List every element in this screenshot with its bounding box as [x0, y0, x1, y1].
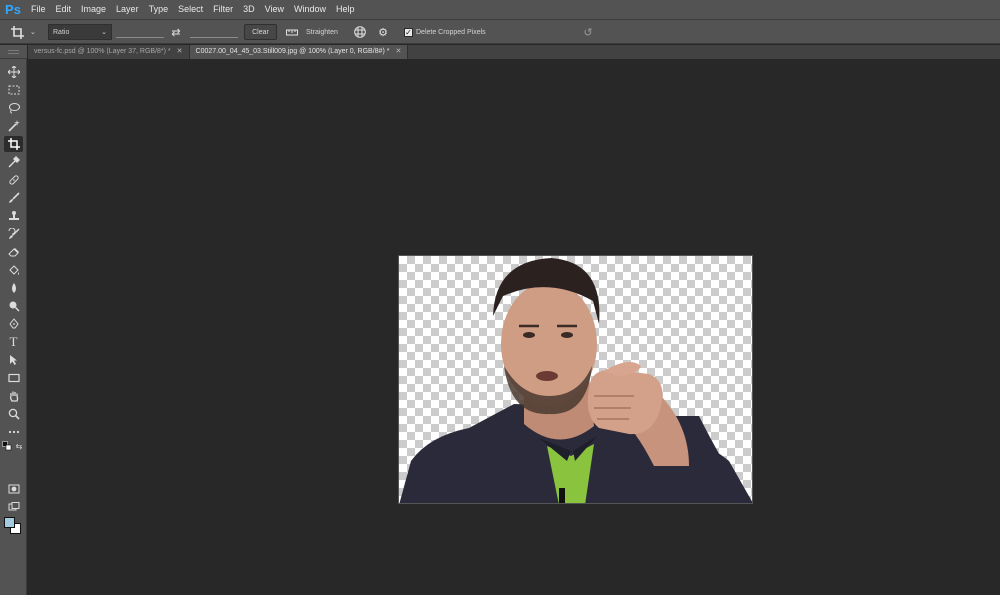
- menu-select[interactable]: Select: [173, 0, 208, 19]
- swap-colors-icon[interactable]: ⇆: [14, 441, 24, 451]
- magic-wand-icon[interactable]: [4, 118, 23, 134]
- tab-versus-fc[interactable]: versus-fc.psd @ 100% (Layer 37, RGB/8*) …: [28, 45, 190, 59]
- grid-overlay-icon[interactable]: [353, 24, 367, 40]
- marquee-icon[interactable]: [4, 82, 23, 98]
- foreground-color-swatch[interactable]: [4, 517, 15, 528]
- toolbar-header: [0, 45, 27, 59]
- hand-icon[interactable]: [4, 388, 23, 404]
- reset-icon[interactable]: ↺: [581, 24, 595, 40]
- menu-3d[interactable]: 3D: [238, 0, 260, 19]
- history-brush-icon[interactable]: [4, 226, 23, 242]
- eraser-icon[interactable]: [4, 244, 23, 260]
- brush-icon[interactable]: [4, 190, 23, 206]
- move-icon[interactable]: [4, 64, 23, 80]
- menu-type[interactable]: Type: [144, 0, 174, 19]
- screen-mode-icon[interactable]: [4, 499, 23, 515]
- tab-label: versus-fc.psd @ 100% (Layer 37, RGB/8*) …: [34, 48, 171, 55]
- checkbox-check-icon: ✓: [404, 27, 413, 37]
- person-photo: [399, 258, 752, 503]
- toolbar-grip-icon[interactable]: [8, 50, 19, 54]
- clone-stamp-icon[interactable]: [4, 208, 23, 224]
- close-icon[interactable]: ✕: [177, 45, 183, 59]
- healing-brush-icon[interactable]: [4, 172, 23, 188]
- quick-mask-icon[interactable]: [4, 481, 23, 497]
- height-input[interactable]: [190, 26, 238, 38]
- crop-preset-icon[interactable]: [10, 24, 24, 40]
- straighten-label[interactable]: Straighten: [306, 24, 338, 40]
- default-colors-icon[interactable]: [2, 441, 12, 451]
- menu-file[interactable]: File: [26, 0, 51, 19]
- blur-icon[interactable]: [4, 280, 23, 296]
- tab-c0027-still009[interactable]: C0027.00_04_45_03.Still009.jpg @ 100% (L…: [189, 45, 409, 59]
- document-canvas[interactable]: [398, 255, 753, 504]
- document-tabs: versus-fc.psd @ 100% (Layer 37, RGB/8*) …: [28, 45, 1000, 59]
- paint-bucket-icon[interactable]: [4, 262, 23, 278]
- type-icon[interactable]: T: [4, 334, 23, 350]
- close-icon[interactable]: ✕: [395, 45, 401, 59]
- eyedropper-icon[interactable]: [4, 154, 23, 170]
- width-input[interactable]: [116, 26, 164, 38]
- swap-icon[interactable]: ⇄: [169, 24, 183, 40]
- dodge-icon[interactable]: [4, 298, 23, 314]
- lasso-icon[interactable]: [4, 100, 23, 116]
- ratio-select[interactable]: Ratio ⌄: [48, 24, 112, 40]
- tools-panel: T ⇆: [0, 59, 27, 595]
- straighten-icon[interactable]: [285, 24, 299, 40]
- menu-layer[interactable]: Layer: [111, 0, 144, 19]
- gear-icon[interactable]: ⚙: [376, 24, 390, 40]
- clear-button[interactable]: Clear: [244, 24, 277, 40]
- tab-label: C0027.00_04_45_03.Still009.jpg @ 100% (L…: [195, 48, 390, 55]
- zoom-icon[interactable]: [4, 406, 23, 422]
- menu-view[interactable]: View: [260, 0, 289, 19]
- crop-icon[interactable]: [4, 136, 23, 152]
- chevron-down-icon: ⌄: [101, 29, 107, 36]
- menu-image[interactable]: Image: [76, 0, 111, 19]
- photoshop-logo: Ps: [0, 0, 26, 19]
- menu-help[interactable]: Help: [331, 0, 360, 19]
- crop-preset-chevron-icon[interactable]: ⌄: [30, 24, 36, 40]
- rectangle-icon[interactable]: [4, 370, 23, 386]
- delete-cropped-checkbox[interactable]: ✓: [404, 24, 413, 40]
- ratio-select-value: Ratio: [53, 28, 70, 36]
- menu-window[interactable]: Window: [289, 0, 331, 19]
- pen-icon[interactable]: [4, 316, 23, 332]
- delete-cropped-label: Delete Cropped Pixels: [416, 28, 486, 36]
- path-selection-icon[interactable]: [4, 352, 23, 368]
- menu-bar: Ps File Edit Image Layer Type Select Fil…: [0, 0, 1000, 19]
- menu-edit[interactable]: Edit: [51, 0, 77, 19]
- more-tools-icon[interactable]: [4, 424, 23, 440]
- options-bar: ⌄ Ratio ⌄ ⇄ Clear Straighten ⚙ ✓ Delete …: [0, 19, 1000, 44]
- menu-filter[interactable]: Filter: [208, 0, 238, 19]
